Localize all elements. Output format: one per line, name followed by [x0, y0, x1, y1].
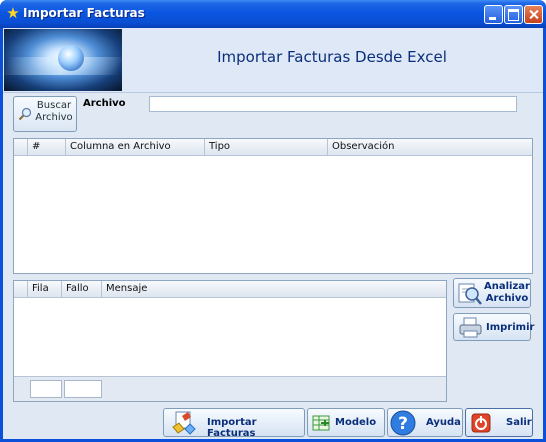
title-bar[interactable]: ★ Importar Facturas	[0, 0, 546, 28]
magnifier-icon	[18, 107, 32, 121]
printer-icon	[459, 317, 482, 338]
footer-cell	[30, 380, 62, 398]
minimize-button[interactable]	[484, 5, 503, 24]
help-icon: ?	[390, 410, 416, 436]
window-title: Importar Facturas	[23, 6, 145, 20]
star-icon: ★	[6, 4, 20, 22]
client-area: Importar Facturas Desde Excel Buscar Arc…	[0, 28, 543, 439]
header-column-in-file[interactable]: Columna en Archivo	[66, 139, 205, 155]
analyze-file-button[interactable]: Analizar Archivo	[453, 278, 531, 308]
help-button[interactable]: ? Ayuda	[387, 408, 463, 437]
analyze-magnifier-icon	[458, 283, 482, 305]
page-title: Importar Facturas Desde Excel	[217, 48, 447, 66]
row-selector-header	[14, 139, 28, 155]
header-number[interactable]: #	[28, 139, 66, 155]
banner-image	[0, 29, 127, 91]
exit-label: Salir	[506, 417, 532, 428]
print-label: Imprimir	[486, 322, 535, 333]
app-window: ★ Importar Facturas Importar Facturas De…	[0, 0, 546, 442]
header-row[interactable]: Fila	[28, 281, 62, 297]
file-field-label: Archivo	[83, 98, 126, 109]
analyze-label-line2: Archivo	[485, 293, 529, 304]
close-button[interactable]	[524, 5, 543, 24]
exit-button[interactable]: Salir	[465, 408, 533, 437]
import-invoices-button[interactable]: Importar Facturas	[163, 408, 305, 439]
footer-cell	[64, 380, 102, 398]
file-path-input[interactable]	[149, 96, 517, 112]
import-icon	[172, 411, 196, 435]
globe-icon	[58, 45, 84, 71]
template-button[interactable]: Modelo	[307, 408, 385, 437]
browse-label-line1: Buscar	[36, 100, 72, 111]
template-label: Modelo	[335, 417, 377, 428]
analyze-label-line1: Analizar	[484, 281, 530, 292]
header-observation[interactable]: Observación	[328, 139, 532, 155]
header-message[interactable]: Mensaje	[102, 281, 446, 297]
svg-text:?: ?	[398, 414, 408, 434]
errors-grid[interactable]: Fila Fallo Mensaje	[13, 280, 447, 402]
header-panel: Importar Facturas Desde Excel	[0, 28, 543, 93]
header-type[interactable]: Tipo	[205, 139, 328, 155]
errors-grid-header: Fila Fallo Mensaje	[14, 281, 446, 298]
columns-grid-header: # Columna en Archivo Tipo Observación	[14, 139, 532, 156]
browse-label-line2: Archivo	[35, 112, 73, 123]
browse-file-button[interactable]: Buscar Archivo	[13, 96, 77, 132]
row-selector-header	[14, 281, 28, 297]
print-button[interactable]: Imprimir	[453, 313, 535, 341]
spreadsheet-icon	[312, 415, 330, 431]
import-invoices-label: Importar Facturas	[207, 417, 257, 439]
columns-grid[interactable]: # Columna en Archivo Tipo Observación	[13, 138, 533, 274]
power-icon	[471, 413, 491, 433]
errors-grid-footer	[14, 376, 446, 401]
help-label: Ayuda	[426, 417, 461, 428]
maximize-button[interactable]	[504, 5, 523, 24]
header-failure[interactable]: Fallo	[62, 281, 102, 297]
